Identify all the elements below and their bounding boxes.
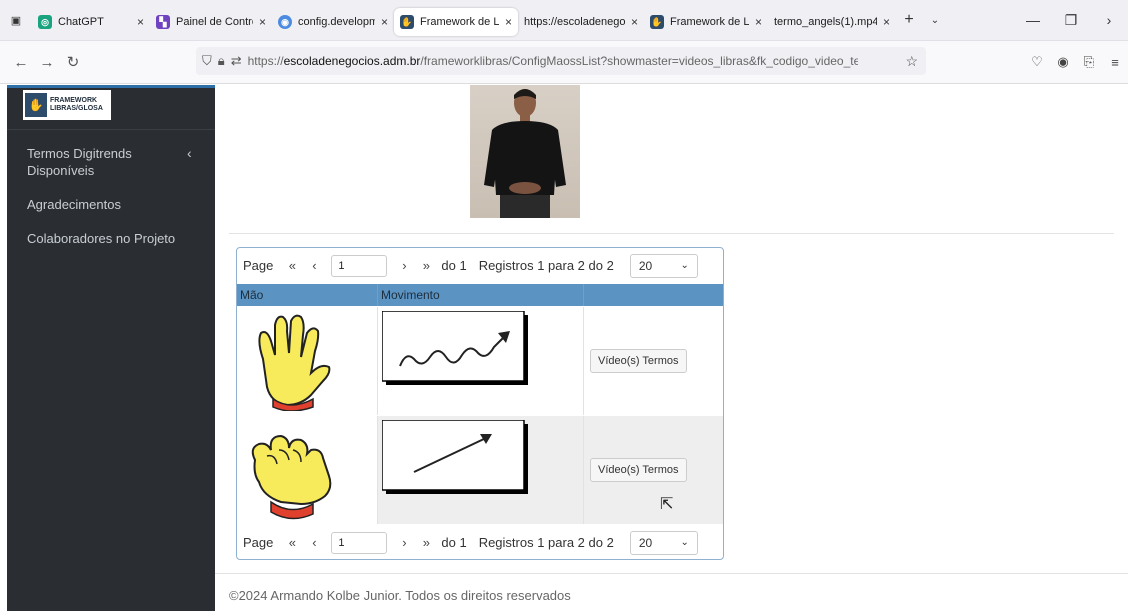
table-row: Vídeo(s) Termos bbox=[237, 307, 723, 415]
logo[interactable]: ✋ FRAMEWORK LIBRAS/GLOSA bbox=[23, 90, 111, 120]
back-icon[interactable]: ← bbox=[8, 54, 34, 71]
sidebar-item-agradecimentos[interactable]: Agradecimentos bbox=[27, 196, 121, 213]
maos-grid: Page « ‹ › » do 1 Registros 1 para 2 do … bbox=[236, 247, 724, 560]
permissions-icon[interactable]: ⇄ bbox=[231, 53, 242, 69]
video-termos-button[interactable]: Vídeo(s) Termos bbox=[590, 349, 687, 373]
close-icon[interactable]: × bbox=[137, 15, 144, 29]
sidebar-item-label: Termos Digitrends Disponíveis bbox=[27, 146, 132, 178]
close-icon[interactable]: × bbox=[631, 15, 638, 29]
tab-framework-active[interactable]: ✋ Framework de Lib × bbox=[394, 8, 518, 36]
tab-framework-2[interactable]: ✋ Framework de Lib × bbox=[644, 8, 768, 36]
page-size-select[interactable]: 20 ⌄ bbox=[629, 253, 698, 278]
footer-copyright: ©2024 Armando Kolbe Junior. Todos os dir… bbox=[229, 588, 571, 603]
framework-icon: ✋ bbox=[400, 15, 414, 29]
tab-escoladenegocios[interactable]: https://escoladenego × bbox=[518, 8, 644, 36]
new-tab-icon[interactable]: + bbox=[896, 11, 922, 29]
hand-cell bbox=[237, 307, 377, 415]
open-hand-icon bbox=[258, 314, 331, 411]
close-icon[interactable]: × bbox=[381, 15, 388, 29]
column-header-movimento[interactable]: Movimento bbox=[377, 284, 583, 306]
url-text[interactable]: https://escoladenegocios.adm.br/framewor… bbox=[248, 54, 858, 68]
menu-icon[interactable]: ≡ bbox=[1102, 55, 1128, 70]
hand-logo-icon: ✋ bbox=[25, 93, 47, 117]
last-page-icon[interactable]: » bbox=[415, 535, 437, 550]
mouse-cursor-icon: ⇱ bbox=[660, 496, 674, 513]
chevron-down-icon[interactable]: ⌄ bbox=[922, 15, 948, 26]
table-header: Mão Movimento bbox=[237, 284, 723, 306]
pager-bottom: Page « ‹ › » do 1 Registros 1 para 2 do … bbox=[237, 525, 723, 559]
main-content: Page « ‹ › » do 1 Registros 1 para 2 do … bbox=[215, 85, 1128, 611]
forward-icon[interactable]: → bbox=[34, 54, 60, 71]
extensions-icon[interactable]: ⎘ bbox=[1076, 54, 1102, 70]
account-icon[interactable]: ◉ bbox=[1050, 54, 1076, 70]
reload-icon[interactable]: ↻ bbox=[60, 53, 86, 71]
window-controls: — ❐ › bbox=[1014, 0, 1128, 40]
tab-chatgpt[interactable]: ◎ ChatGPT × bbox=[32, 8, 150, 36]
sidebar-item-colaboradores[interactable]: Colaboradores no Projeto bbox=[27, 230, 175, 247]
browser-tab-strip: ▣ ◎ ChatGPT × ▚ Painel de Controle × ◉ c… bbox=[0, 0, 1128, 41]
page-number-input[interactable] bbox=[331, 531, 388, 554]
close-icon[interactable]: × bbox=[883, 15, 890, 29]
table-row: Vídeo(s) Termos bbox=[237, 416, 723, 524]
actions-cell: Vídeo(s) Termos bbox=[583, 307, 723, 415]
sidebar: ✋ FRAMEWORK LIBRAS/GLOSA Termos Digitren… bbox=[7, 85, 215, 611]
shield-icon[interactable]: ⛉ bbox=[202, 53, 212, 69]
globe-icon: ◉ bbox=[278, 15, 292, 29]
next-page-icon[interactable]: › bbox=[393, 535, 415, 550]
chatgpt-icon: ◎ bbox=[38, 15, 52, 29]
next-page-icon[interactable]: › bbox=[393, 258, 415, 273]
tab-overview-icon[interactable]: ▣ bbox=[0, 0, 32, 40]
first-page-icon[interactable]: « bbox=[281, 258, 303, 273]
sidebar-accent-line bbox=[7, 85, 215, 88]
actions-cell: Vídeo(s) Termos bbox=[583, 416, 723, 524]
wavy-arrow-icon bbox=[382, 311, 528, 385]
video-termos-button[interactable]: Vídeo(s) Termos bbox=[590, 458, 687, 482]
tab-painel-de-controle[interactable]: ▚ Painel de Controle × bbox=[150, 8, 272, 36]
sidebar-item-label: Agradecimentos bbox=[27, 197, 121, 212]
movement-cell bbox=[377, 307, 583, 415]
close-window-icon[interactable]: › bbox=[1090, 12, 1128, 28]
page-number-input[interactable] bbox=[331, 254, 388, 277]
previous-page-icon[interactable]: ‹ bbox=[303, 258, 325, 273]
minimize-icon[interactable]: — bbox=[1014, 12, 1052, 28]
straight-arrow-icon bbox=[382, 420, 528, 494]
first-page-icon[interactable]: « bbox=[281, 535, 303, 550]
page-size-select[interactable]: 20 ⌄ bbox=[629, 530, 698, 555]
dashboard-icon: ▚ bbox=[156, 15, 170, 29]
tab-termo-angels[interactable]: termo_angels(1).mp4 × bbox=[768, 8, 896, 36]
column-header-mao[interactable]: Mão bbox=[237, 284, 377, 306]
sidebar-item-label: Colaboradores no Projeto bbox=[27, 231, 176, 246]
footer-divider bbox=[215, 573, 1128, 574]
toolbar-right: ♡ ◉ ⎘ ≡ bbox=[1024, 41, 1128, 83]
chevron-left-icon: ‹ bbox=[187, 145, 192, 161]
pager-top: Page « ‹ › » do 1 Registros 1 para 2 do … bbox=[237, 248, 723, 283]
restore-icon[interactable]: ❐ bbox=[1052, 12, 1090, 29]
content-divider bbox=[229, 233, 1114, 234]
framework-icon: ✋ bbox=[650, 15, 664, 29]
last-page-icon[interactable]: » bbox=[415, 258, 437, 273]
sidebar-item-termos[interactable]: Termos Digitrends Disponíveis ‹ bbox=[27, 145, 192, 179]
close-icon[interactable]: × bbox=[755, 15, 762, 29]
movement-cell bbox=[377, 416, 583, 524]
thumb-hand-icon bbox=[251, 434, 332, 520]
video-thumbnail-person[interactable] bbox=[470, 85, 580, 218]
lock-icon[interactable]: 🔒︎ bbox=[218, 53, 225, 69]
chevron-down-icon: ⌄ bbox=[680, 537, 689, 548]
column-header-actions bbox=[583, 284, 723, 306]
tab-config-development[interactable]: ◉ config.developme × bbox=[272, 8, 394, 36]
close-icon[interactable]: × bbox=[505, 15, 512, 29]
chevron-down-icon: ⌄ bbox=[680, 260, 689, 271]
previous-page-icon[interactable]: ‹ bbox=[303, 535, 325, 550]
sidebar-divider bbox=[7, 129, 215, 130]
hand-cell bbox=[237, 416, 377, 524]
bookmark-star-icon[interactable]: ☆ bbox=[905, 53, 918, 70]
pocket-icon[interactable]: ♡ bbox=[1024, 54, 1050, 70]
person-photo bbox=[484, 89, 566, 218]
close-icon[interactable]: × bbox=[259, 15, 266, 29]
address-bar[interactable]: ⛉ 🔒︎ ⇄ https://escoladenegocios.adm.br/f… bbox=[196, 47, 926, 75]
browser-nav-bar: ← → ↻ ⛉ 🔒︎ ⇄ https://escoladenegocios.ad… bbox=[0, 41, 1128, 84]
